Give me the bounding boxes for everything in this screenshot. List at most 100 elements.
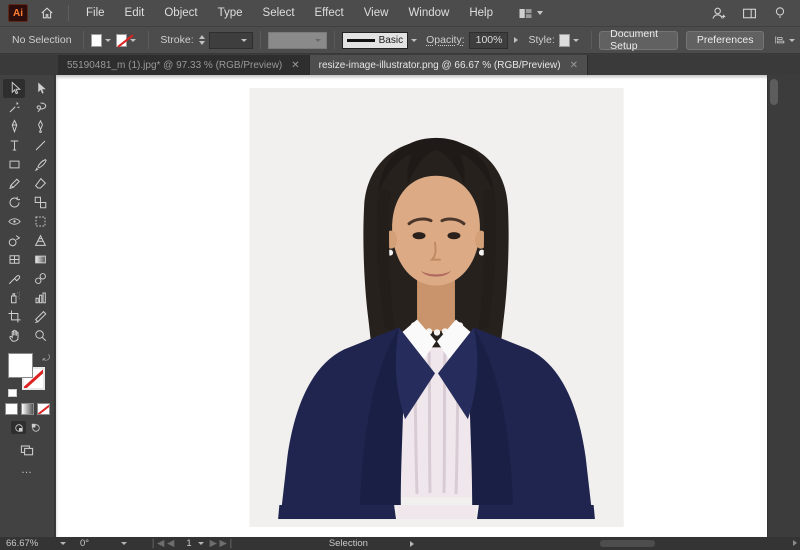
tools-panel: ⤾ …: [0, 75, 55, 537]
document-tab-bar: 55190481_m (1).jpg* @ 97.33 % (RGB/Previ…: [0, 55, 800, 75]
swap-fill-stroke-icon[interactable]: ⤾: [43, 353, 51, 364]
main-menu: File Edit Object Type Select Effect View Window…: [77, 0, 502, 27]
stroke-chevron-icon[interactable]: [130, 38, 137, 42]
tool-symbol-sprayer[interactable]: [3, 288, 25, 307]
zoom-chevron-icon[interactable]: [60, 542, 66, 545]
rotation-field[interactable]: 0°: [74, 537, 95, 550]
preferences-button[interactable]: Preferences: [685, 30, 765, 50]
tool-selection[interactable]: [3, 79, 25, 98]
brush-definition-field[interactable]: Basic: [341, 31, 409, 49]
tool-eraser[interactable]: [29, 174, 51, 193]
fill-swatch-large[interactable]: [8, 353, 33, 378]
color-button[interactable]: [4, 403, 18, 415]
style-label: Style:: [528, 34, 555, 46]
menu-item-edit[interactable]: Edit: [116, 0, 154, 27]
stroke-weight-dropdown[interactable]: [209, 31, 254, 49]
status-expand-icon[interactable]: [409, 540, 414, 547]
document-setup-button[interactable]: Document Setup: [599, 28, 678, 52]
placed-portrait-image[interactable]: [249, 88, 624, 527]
vertical-scroll-thumb[interactable]: [770, 79, 778, 105]
home-icon[interactable]: [34, 0, 60, 27]
tool-perspective-grid[interactable]: [29, 231, 51, 250]
tool-scale[interactable]: [29, 193, 51, 212]
tool-blend[interactable]: [29, 269, 51, 288]
tool-direct-selection[interactable]: [29, 79, 51, 98]
fill-chevron-icon[interactable]: [104, 38, 111, 42]
tool-pencil[interactable]: [3, 174, 25, 193]
tool-artboard[interactable]: [3, 307, 25, 326]
tool-paintbrush[interactable]: [29, 155, 51, 174]
menu-item-select[interactable]: Select: [254, 0, 304, 27]
draw-normal-button[interactable]: [11, 421, 26, 434]
tool-rectangle[interactable]: [3, 155, 25, 174]
style-chevron-icon[interactable]: [573, 38, 580, 42]
tool-zoom[interactable]: [29, 326, 51, 345]
workspace-switcher[interactable]: [512, 0, 549, 27]
tool-gradient[interactable]: [29, 250, 51, 269]
brush-name: Basic: [378, 34, 404, 46]
tool-width[interactable]: [3, 212, 25, 231]
tool-line-segment[interactable]: [29, 136, 51, 155]
style-swatch[interactable]: [558, 33, 571, 47]
close-icon[interactable]: ✕: [570, 60, 578, 71]
brush-stroke-preview: [346, 38, 375, 42]
discover-lightbulb-icon[interactable]: [772, 5, 788, 21]
tool-free-transform[interactable]: [29, 212, 51, 231]
draw-modes: [0, 421, 54, 434]
scroll-right-arrow[interactable]: [793, 540, 797, 546]
menu-item-effect[interactable]: Effect: [306, 0, 353, 27]
tool-curvature[interactable]: [29, 117, 51, 136]
horizontal-scroll-thumb[interactable]: [600, 540, 655, 547]
workspace-icon: [518, 6, 533, 21]
none-button[interactable]: [36, 403, 50, 415]
tool-eyedropper[interactable]: [3, 269, 25, 288]
align-chevron-icon[interactable]: [789, 38, 796, 42]
menu-bar: Ai File Edit Object Type Select Effect View Win…: [0, 0, 800, 27]
gradient-button[interactable]: [20, 403, 34, 415]
tool-magic-wand[interactable]: [3, 98, 25, 117]
tool-mesh[interactable]: [3, 250, 25, 269]
artboard-canvas[interactable]: [56, 75, 779, 537]
edit-toolbar-ellipsis[interactable]: …: [0, 464, 54, 476]
arrange-documents-icon[interactable]: [741, 5, 758, 22]
screen-mode-button[interactable]: [0, 442, 54, 458]
tool-column-graph[interactable]: [29, 288, 51, 307]
draw-behind-button[interactable]: [28, 421, 43, 434]
stroke-weight-stepper[interactable]: [198, 32, 207, 48]
stroke-color-swatch[interactable]: [115, 33, 128, 47]
tool-shape-builder[interactable]: [3, 231, 25, 250]
document-tab[interactable]: 55190481_m (1).jpg* @ 97.33 % (RGB/Previ…: [58, 55, 310, 75]
opacity-expand-icon[interactable]: [514, 37, 519, 43]
opacity-label[interactable]: Opacity:: [426, 34, 465, 46]
menu-item-window[interactable]: Window: [399, 0, 458, 27]
control-bar: No Selection Stroke: Basic Opacity: 100%…: [0, 27, 800, 54]
vertical-scrollbar[interactable]: [767, 75, 779, 537]
main-area: ⤾ …: [0, 75, 800, 537]
tool-hand[interactable]: [3, 326, 25, 345]
artboard-number[interactable]: 1: [180, 537, 197, 550]
menu-item-type[interactable]: Type: [209, 0, 252, 27]
divider: [148, 31, 150, 49]
menu-item-object[interactable]: Object: [155, 0, 206, 27]
tool-rotate[interactable]: [3, 193, 25, 212]
document-tab[interactable]: resize-image-illustrator.png @ 66.67 % (…: [309, 55, 588, 75]
tool-pen[interactable]: [3, 117, 25, 136]
divider: [260, 31, 262, 49]
menu-item-view[interactable]: View: [355, 0, 398, 27]
color-mode-row: [0, 403, 54, 415]
tool-lasso[interactable]: [29, 98, 51, 117]
zoom-level-field[interactable]: 66.67%: [0, 537, 60, 550]
menu-item-help[interactable]: Help: [460, 0, 502, 27]
menu-item-file[interactable]: File: [77, 0, 114, 27]
rotation-chevron-icon[interactable]: [121, 542, 128, 545]
fill-stroke-cluster: ⤾: [8, 353, 51, 397]
tool-slice[interactable]: [29, 307, 51, 326]
tool-type[interactable]: [3, 136, 25, 155]
opacity-input[interactable]: 100%: [468, 31, 509, 49]
close-icon[interactable]: ✕: [291, 60, 299, 71]
share-user-icon[interactable]: [710, 5, 727, 22]
brush-chevron-icon[interactable]: [411, 38, 418, 42]
align-icon[interactable]: [774, 32, 786, 48]
default-fill-stroke-icon[interactable]: [8, 389, 17, 397]
fill-color-swatch[interactable]: [90, 33, 102, 47]
